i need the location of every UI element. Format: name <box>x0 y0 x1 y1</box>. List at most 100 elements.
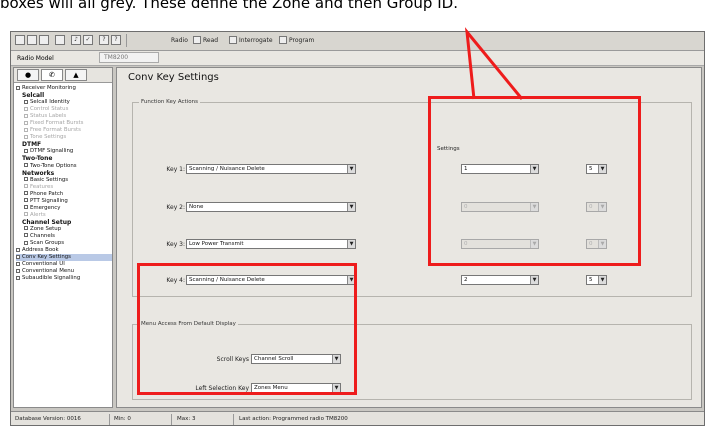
sidebar-item[interactable]: Selcall Identity <box>16 99 112 106</box>
sidebar-item[interactable]: Conventional Menu <box>16 268 112 275</box>
toolbar-separator <box>126 34 127 47</box>
key-setting-dropdown[interactable]: 2 ▼ <box>461 275 539 285</box>
sidebar-item[interactable]: DTMF Signalling <box>16 148 112 155</box>
tree-node-icon <box>24 113 28 118</box>
sidebar-item[interactable]: Basic Settings <box>16 177 112 184</box>
sidebar-item[interactable]: Two-Tone Options <box>16 163 112 170</box>
check-icon[interactable]: ✓ <box>83 35 93 45</box>
sidebar-item[interactable]: Conventional UI <box>16 261 112 268</box>
sidebar-item[interactable]: Features <box>16 184 112 191</box>
tree-node-icon <box>16 247 20 252</box>
status-separator <box>109 414 110 425</box>
sidebar-item[interactable]: Phone Patch <box>16 191 112 198</box>
radio-label: Radio <box>171 37 188 44</box>
key-action-dropdown-value: None <box>189 204 204 210</box>
sidebar-item[interactable]: DTMF <box>16 141 112 148</box>
sidebar-item[interactable]: Zone Setup <box>16 226 112 233</box>
sidebar-item-label: Subaudible Signalling <box>22 275 81 282</box>
sidebar-item-label: Two-Tone Options <box>30 162 77 169</box>
status-min: Min: 0 <box>114 416 131 422</box>
key-setting-secondary-dropdown[interactable]: 5 ▼ <box>586 275 607 285</box>
context-help-icon[interactable]: ? <box>99 35 109 45</box>
sidebar-item[interactable]: Receiver Monitoring <box>16 85 112 92</box>
tree-node-icon <box>16 261 20 266</box>
open-folder-icon[interactable] <box>27 35 37 45</box>
tree-node-icon <box>24 191 28 196</box>
function-key-label: Key 3: <box>166 241 185 248</box>
tree-node-icon <box>24 134 28 139</box>
tree-node-icon <box>24 106 28 111</box>
toolbar: ♪ ✓ ? ? Radio Read Interrogate Program <box>11 32 704 51</box>
sidebar-item-label: DTMF Signalling <box>30 148 74 155</box>
sidebar-item[interactable]: Channels <box>16 233 112 240</box>
tree-node-icon <box>24 205 28 210</box>
key-action-dropdown[interactable]: Low Power Transmit ▼ <box>186 239 356 249</box>
function-key-label: Key 1: <box>166 166 185 173</box>
sidebar-item[interactable]: Tone Settings <box>16 134 112 141</box>
menu-access-highlight-box <box>137 263 357 395</box>
status-max: Max: 3 <box>177 416 196 422</box>
interrogate-button[interactable]: Interrogate <box>239 37 273 44</box>
key-action-dropdown[interactable]: Scanning / Nuisance Delete ▼ <box>186 164 356 174</box>
status-bar: Database Version: 0016 Min: 0 Max: 3 Las… <box>11 411 704 425</box>
tree-node-icon <box>24 99 28 104</box>
sidebar-item-label: Conv Key Settings <box>22 254 71 261</box>
sidebar-item-label: Selcall Identity <box>30 99 70 106</box>
key-setting-dropdown-value: 2 <box>464 277 468 283</box>
sidebar-item[interactable]: Networks <box>16 170 112 177</box>
sidebar-item-label: Fixed Format Bursts <box>30 120 84 127</box>
settings-highlight-box <box>428 96 641 266</box>
tree-node-icon <box>24 120 28 125</box>
sidebar-item-label: Receiver Monitoring <box>22 85 76 91</box>
status-separator <box>171 414 172 425</box>
sidebar-item[interactable]: PTT Signalling <box>16 198 112 205</box>
interrogate-icon <box>229 36 237 44</box>
sidebar-item[interactable]: Emergency <box>16 205 112 212</box>
program-button[interactable]: Program <box>289 37 314 44</box>
instruction-caption: boxes will all grey. These define the Zo… <box>0 0 458 12</box>
tree-node-icon <box>16 85 20 90</box>
sidebar-item[interactable]: Fixed Format Bursts <box>16 120 112 127</box>
sidebar-item[interactable]: Selcall <box>16 92 112 99</box>
print-icon[interactable] <box>55 35 65 45</box>
status-last-action: Last action: Programmed radio TM8200 <box>239 416 348 422</box>
read-button[interactable]: Read <box>203 37 218 44</box>
sidebar-item-label: Emergency <box>30 204 61 211</box>
sidebar-item[interactable]: Control Status <box>16 106 112 113</box>
status-separator <box>233 414 234 425</box>
navigation-tree: Receiver Monitoring Selcall Selcall Identi… <box>16 85 112 282</box>
sidebar-item-label: Control Status <box>30 106 69 113</box>
sidebar-item[interactable]: Two-Tone <box>16 155 112 162</box>
save-icon[interactable] <box>39 35 49 45</box>
sidebar-item[interactable]: Scan Groups <box>16 240 112 247</box>
key-action-dropdown-value: Scanning / Nuisance Delete <box>189 166 265 172</box>
sidebar-item[interactable]: Free Format Bursts <box>16 127 112 134</box>
page-title: Conv Key Settings <box>128 72 219 83</box>
navigation-sidebar: ● ✆ ▲ Receiver Monitoring Selcall Selcall … <box>13 67 113 408</box>
tab-settings[interactable]: ✆ <box>41 69 63 81</box>
radio-model-row: Radio Model TM8200 <box>11 51 704 66</box>
sidebar-item[interactable]: Subaudible Signalling <box>16 275 112 282</box>
new-file-icon[interactable] <box>15 35 25 45</box>
edit-icon[interactable]: ♪ <box>71 35 81 45</box>
sidebar-item-label: Two-Tone <box>22 155 53 163</box>
sidebar-item[interactable]: Alerts <box>16 212 112 219</box>
function-key-group-label: Function Key Actions <box>139 99 200 105</box>
sidebar-item[interactable]: Status Labels <box>16 113 112 120</box>
sidebar-tabs: ● ✆ ▲ <box>14 68 112 83</box>
tab-general[interactable]: ● <box>17 69 39 81</box>
sidebar-item[interactable]: Address Book <box>16 247 112 254</box>
sidebar-item[interactable]: Channel Setup <box>16 219 112 226</box>
sidebar-item-label: DTMF <box>22 141 42 149</box>
key-action-dropdown[interactable]: None ▼ <box>186 202 356 212</box>
tree-node-icon <box>24 184 28 189</box>
help-icon[interactable]: ? <box>111 35 121 45</box>
sidebar-item-label: Basic Settings <box>30 176 69 183</box>
chevron-down-icon: ▼ <box>347 240 355 248</box>
radio-model-value: TM8200 <box>99 52 159 63</box>
sidebar-item-label: Channel Setup <box>22 218 72 226</box>
read-icon <box>193 36 201 44</box>
sidebar-item[interactable]: Conv Key Settings <box>16 254 112 262</box>
sidebar-item-label: Alerts <box>30 211 46 218</box>
tab-signalling[interactable]: ▲ <box>65 69 87 81</box>
